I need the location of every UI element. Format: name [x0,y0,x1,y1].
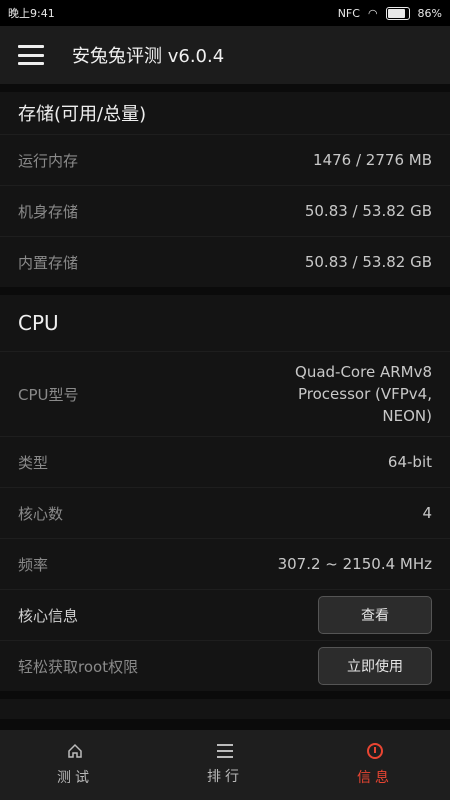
row-label: 轻松获取root权限 [18,657,139,676]
cpu-row-model: CPU型号 Quad-Core ARMv8 Processor (VFPv4, … [0,351,450,436]
app-title: 安兔兔评测 v6.0.4 [72,46,225,67]
cpu-row-core-info: 核心信息 查看 [0,589,450,640]
row-value: 307.2 ~ 2150.4 MHz [277,555,432,573]
storage-row-internal: 机身存储 50.83 / 53.82 GB [0,185,450,236]
next-section-peek [0,699,450,719]
cpu-row-cores: 核心数 4 [0,487,450,538]
use-now-button[interactable]: 立即使用 [318,647,432,685]
row-label: 机身存储 [18,202,79,221]
menu-icon[interactable] [18,45,44,65]
status-bar: 晚上9:41 NFC ◠ 86% [0,0,450,26]
storage-row-builtin: 内置存储 50.83 / 53.82 GB [0,236,450,287]
cpu-row-frequency: 频率 307.2 ~ 2150.4 MHz [0,538,450,589]
nav-label: 排行 [207,769,243,785]
row-label: 核心数 [18,504,64,523]
storage-section: 存储(可用/总量) 运行内存 1476 / 2776 MB 机身存储 50.83… [0,92,450,287]
row-label: 运行内存 [18,151,79,170]
info-icon [367,743,383,759]
row-value: 4 [422,504,432,522]
view-core-info-button[interactable]: 查看 [318,596,432,634]
status-time: 晚上9:41 [8,7,55,20]
home-icon [68,743,82,758]
main-content[interactable]: 存储(可用/总量) 运行内存 1476 / 2776 MB 机身存储 50.83… [0,84,450,730]
row-label: 类型 [18,453,49,472]
row-label: 核心信息 [18,606,79,625]
row-value: 1476 / 2776 MB [313,151,432,169]
row-label: CPU型号 [18,385,79,404]
nav-ranking[interactable]: 排行 [170,744,280,786]
nav-info[interactable]: 信息 [320,743,430,787]
nav-label: 测试 [57,770,93,786]
battery-icon [385,6,410,20]
storage-title: 存储(可用/总量) [18,104,147,125]
nav-test[interactable]: 测试 [20,743,130,787]
row-value: 64-bit [387,453,432,471]
row-label: 内置存储 [18,253,79,272]
wifi-icon: ◠ [367,6,378,20]
cpu-title: CPU [18,311,59,335]
row-label: 频率 [18,555,49,574]
status-icons: NFC ◠ 86% [337,6,442,20]
app-bar: 安兔兔评测 v6.0.4 [0,26,450,84]
battery-percentage: 86% [417,6,442,20]
cpu-section: CPU CPU型号 Quad-Core ARMv8 Processor (VFP… [0,295,450,691]
cpu-row-root: 轻松获取root权限 立即使用 [0,640,450,691]
nfc-icon: NFC [337,6,360,20]
row-value: Quad-Core ARMv8 Processor (VFPv4, NEON) [295,363,432,425]
row-value: 50.83 / 53.82 GB [304,202,432,220]
row-value: 50.83 / 53.82 GB [304,253,432,271]
nav-label: 信息 [357,770,393,786]
storage-row-ram: 运行内存 1476 / 2776 MB [0,134,450,185]
cpu-row-type: 类型 64-bit [0,436,450,487]
list-icon [217,744,233,758]
bottom-nav: 测试 排行 信息 [0,730,450,800]
